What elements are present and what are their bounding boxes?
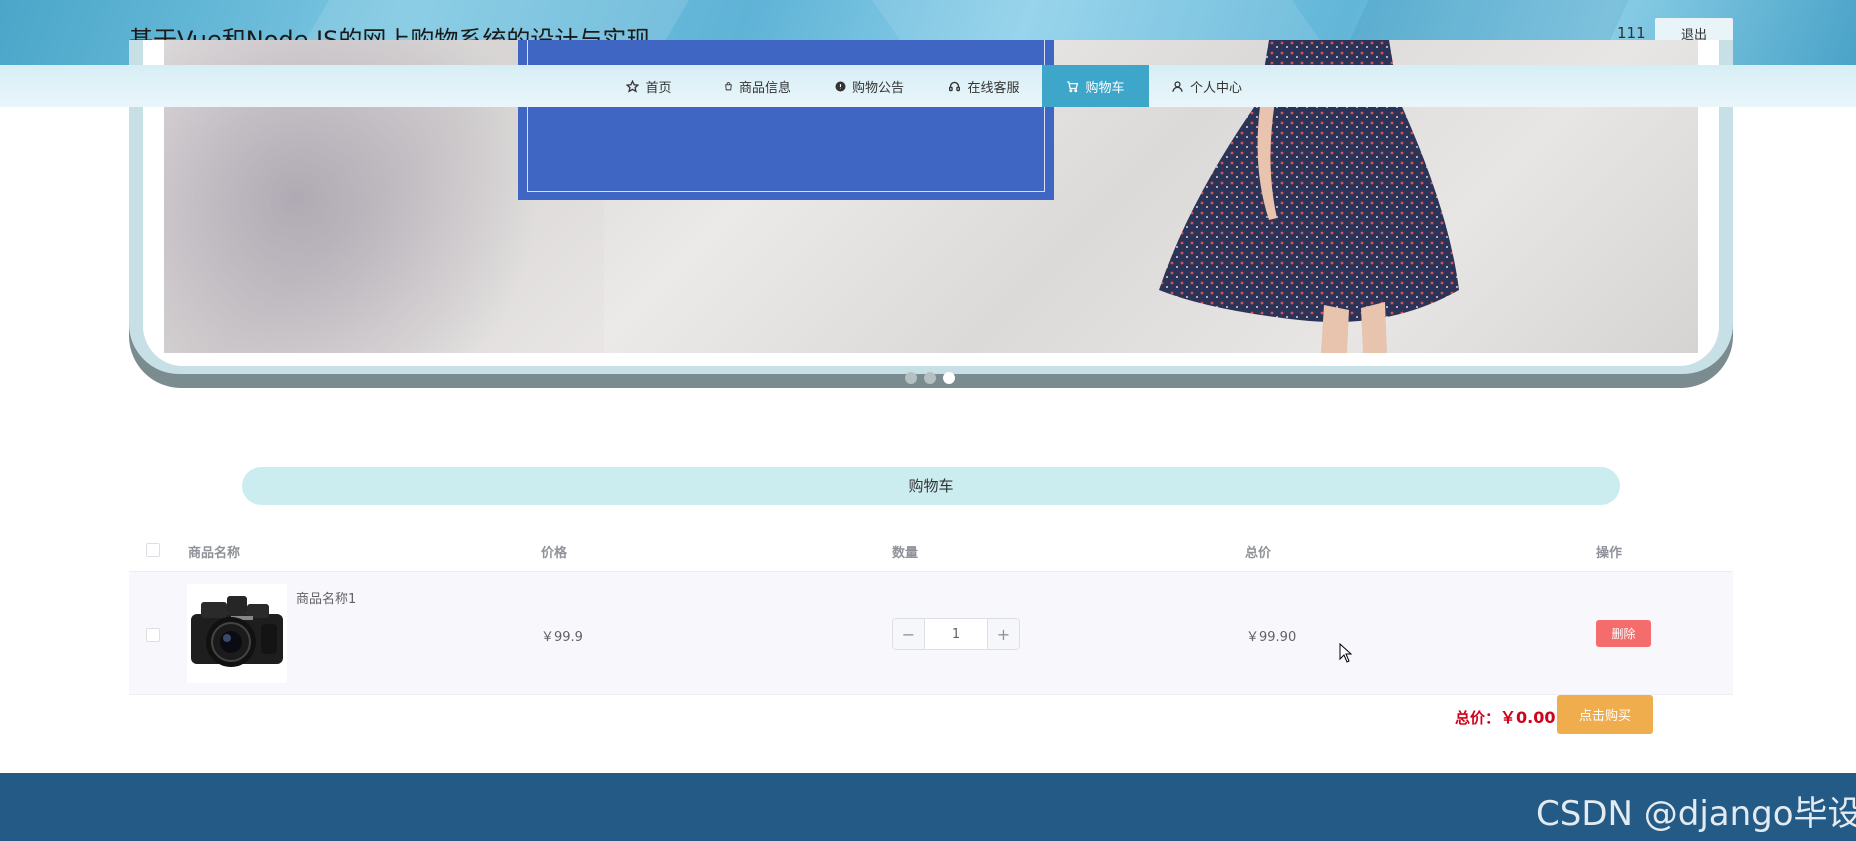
column-header-price: 价格 <box>541 546 568 561</box>
nav-item-label: 商品信息 <box>738 80 791 96</box>
user-icon <box>1172 80 1183 92</box>
grand-total-value: ￥0.00 <box>1500 708 1556 727</box>
column-header-quantity: 数量 <box>892 546 919 561</box>
mouse-cursor-icon <box>1339 643 1353 663</box>
carousel-dot[interactable] <box>905 372 917 384</box>
column-header-name: 商品名称 <box>188 546 241 561</box>
section-title: 购物车 <box>242 467 1620 505</box>
delete-button[interactable]: 删除 <box>1596 620 1651 647</box>
nav-item-home[interactable]: 首页 <box>596 65 702 107</box>
carousel-indicators <box>905 372 955 384</box>
product-price: ￥99.9 <box>541 630 583 645</box>
nav-menu: 首页 商品信息 购物公告 在线客服 购物车 个人中心 <box>596 65 1264 107</box>
star-icon <box>626 79 640 93</box>
column-header-actions: 操作 <box>1596 546 1623 561</box>
nav-item-support[interactable]: 在线客服 <box>926 65 1042 107</box>
quantity-stepper: − + <box>892 618 1020 650</box>
carousel-dot-active[interactable] <box>943 372 955 384</box>
carousel-dot[interactable] <box>924 372 936 384</box>
nav-item-products[interactable]: 商品信息 <box>702 65 813 107</box>
watermark: CSDN @django毕设 <box>1536 794 1856 834</box>
grand-total-label: 总价： <box>1455 709 1501 727</box>
nav-item-label: 在线客服 <box>967 80 1020 96</box>
quantity-input[interactable] <box>925 619 987 649</box>
banner-text-box <box>518 40 1054 200</box>
decrease-quantity-button[interactable]: − <box>893 619 925 649</box>
product-image[interactable] <box>187 584 287 683</box>
product-name: 商品名称1 <box>296 592 357 607</box>
nav-item-label: 首页 <box>645 80 672 96</box>
select-all-checkbox[interactable] <box>146 543 160 557</box>
grand-total: 总价：￥0.00 <box>1455 704 1556 728</box>
increase-quantity-button[interactable]: + <box>987 619 1019 649</box>
info-circle-icon <box>835 80 846 92</box>
main-nav: 首页 商品信息 购物公告 在线客服 购物车 个人中心 <box>0 65 1856 107</box>
table-row: 商品名称1 ￥99.9 − + ￥99.90 删除 <box>129 572 1733 695</box>
camera-icon <box>191 596 283 667</box>
row-checkbox[interactable] <box>146 628 160 642</box>
headset-icon <box>949 81 961 91</box>
nav-item-cart[interactable]: 购物车 <box>1042 65 1149 107</box>
cart-table-header: 商品名称 价格 数量 总价 操作 <box>129 530 1733 572</box>
nav-item-announcements[interactable]: 购物公告 <box>813 65 926 107</box>
column-header-total: 总价 <box>1245 546 1272 561</box>
bag-icon <box>725 81 732 90</box>
nav-item-label: 个人中心 <box>1189 80 1242 96</box>
nav-item-profile[interactable]: 个人中心 <box>1149 65 1264 107</box>
nav-item-label: 购物公告 <box>851 80 904 96</box>
nav-item-label: 购物车 <box>1085 80 1125 96</box>
buy-button[interactable]: 点击购买 <box>1557 695 1653 734</box>
row-total-price: ￥99.90 <box>1246 630 1297 645</box>
cart-icon <box>1067 80 1079 92</box>
